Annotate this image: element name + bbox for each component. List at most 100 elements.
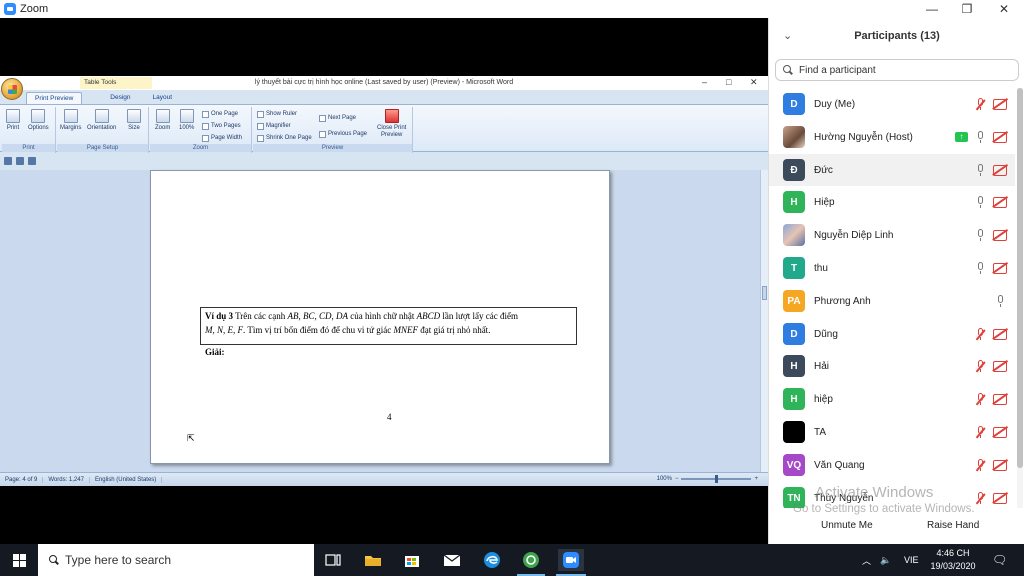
options-icon (31, 109, 46, 123)
notifications-icon[interactable]: 🗨 (992, 544, 1007, 576)
store-icon[interactable] (401, 549, 423, 571)
avatar (783, 126, 805, 148)
video-off-icon (993, 196, 1007, 208)
participant-row[interactable]: Hhiệp (769, 383, 1015, 415)
raise-hand-button[interactable]: Raise Hand (923, 518, 983, 533)
previous-page-button[interactable]: Previous Page (319, 129, 367, 139)
participant-row[interactable]: TA (769, 416, 1015, 448)
participant-row[interactable]: Hường Nguyễn (Host) ↑ (769, 121, 1015, 153)
mic-muted-icon (975, 97, 985, 111)
participant-list: D Duy (Me) Hường Nguyễn (Host) ↑ Đ Đức H Hiệp Ng… (769, 88, 1015, 508)
participant-row[interactable]: PA Phương Anh (769, 285, 1015, 317)
zoom-100-button[interactable]: 100% (179, 109, 194, 132)
system-clock[interactable]: 4:46 CH 19/03/2020 (925, 547, 981, 573)
page-width-button[interactable]: Page Width (202, 133, 242, 143)
participant-name: thu (814, 262, 828, 274)
avatar: TN (783, 487, 805, 508)
tray-chevron-icon[interactable]: ︿ (862, 544, 871, 576)
participant-row[interactable]: H Hiệp (769, 186, 1015, 218)
size-button[interactable]: Size (127, 109, 141, 132)
participant-row[interactable]: D Duy (Me) (769, 88, 1015, 120)
taskbar-search-placeholder: Type here to search (65, 553, 172, 567)
video-off-icon (993, 229, 1007, 241)
edge-icon[interactable] (481, 549, 503, 571)
participants-scrollbar[interactable] (1017, 88, 1023, 508)
participant-row[interactable]: Nguyễn Diệp Linh (769, 219, 1015, 251)
status-words[interactable]: Words: 1,247 (43, 476, 90, 483)
participants-scroll-thumb[interactable] (1017, 88, 1023, 468)
zoom-button[interactable]: Zoom (155, 109, 170, 132)
participant-row[interactable]: H Hải (769, 350, 1015, 382)
input-language[interactable]: VIE (904, 544, 919, 576)
app-icon[interactable] (520, 549, 542, 571)
mic-icon (975, 130, 985, 144)
participant-row[interactable]: D Dũng (769, 318, 1015, 350)
participant-name: Hải (814, 360, 830, 372)
office-button[interactable] (1, 78, 23, 100)
redo-icon[interactable] (28, 157, 36, 165)
show-ruler-checkbox[interactable]: Show Ruler (257, 109, 297, 119)
participant-name: Thùy Nguyễn (814, 492, 874, 504)
undo-icon[interactable] (16, 157, 24, 165)
tab-layout[interactable]: Layout (145, 92, 181, 104)
zoom-level[interactable]: 100% (657, 476, 672, 482)
save-icon[interactable] (4, 157, 12, 165)
volume-icon[interactable]: 🔈 (880, 544, 891, 576)
file-explorer-icon[interactable] (362, 549, 384, 571)
participant-name: Nguyễn Diệp Linh (814, 229, 894, 241)
vertical-scrollbar[interactable] (760, 170, 768, 472)
zoom-slider[interactable] (681, 475, 752, 483)
status-language[interactable]: English (United States) (90, 476, 163, 483)
zoom-out-icon[interactable]: − (675, 476, 679, 482)
close-print-preview-button[interactable]: Close Print Preview (377, 109, 406, 139)
mail-icon[interactable] (441, 549, 463, 571)
video-off-icon (993, 360, 1007, 372)
shrink-one-page-button[interactable]: Shrink One Page (257, 133, 312, 143)
search-icon (782, 64, 794, 76)
tab-design[interactable]: Design (102, 92, 138, 104)
video-off-icon (993, 98, 1007, 110)
task-view-icon[interactable] (322, 549, 344, 571)
two-pages-button[interactable]: Two Pages (202, 121, 241, 131)
close-button[interactable]: ✕ (986, 0, 1022, 18)
print-button[interactable]: Print (6, 109, 20, 132)
restore-button[interactable]: ❐ (949, 0, 985, 18)
participant-name: Duy (Me) (814, 98, 856, 110)
margins-button[interactable]: Margins (60, 109, 81, 132)
participant-row[interactable]: Tthu (769, 252, 1015, 284)
word-minimize-button[interactable]: – (702, 77, 707, 87)
options-button[interactable]: Options (28, 109, 49, 132)
tab-print-preview[interactable]: Print Preview (26, 92, 83, 104)
unmute-me-button[interactable]: Unmute Me (817, 518, 877, 533)
participant-name: hiệp (814, 393, 833, 405)
page-setup-group: Margins Orientation Size Page Setup (57, 107, 149, 153)
one-page-button[interactable]: One Page (202, 109, 238, 119)
orientation-icon (94, 109, 109, 123)
start-button[interactable] (0, 544, 38, 576)
orientation-button[interactable]: Orientation (87, 109, 116, 132)
scroll-thumb[interactable] (762, 286, 767, 300)
minimize-button[interactable]: — (914, 0, 950, 18)
mic-muted-icon (975, 425, 985, 439)
zoom-control: 100% − + (657, 475, 758, 483)
participant-row[interactable]: Đ Đức (769, 154, 1015, 186)
avatar: H (783, 388, 805, 410)
video-off-icon (993, 492, 1007, 504)
mic-icon (975, 261, 985, 275)
participants-footer: Unmute Me Raise Hand (769, 508, 1024, 544)
print-group: Print Options Print (2, 107, 56, 153)
status-page[interactable]: Page: 4 of 9 (0, 476, 44, 483)
word-close-button[interactable]: ✕ (750, 77, 758, 88)
document-page: Ví dụ 3 Trên các cạnh AB, BC, CD, DA của… (150, 170, 610, 464)
participant-row[interactable]: TN Thùy Nguyễn (769, 482, 1015, 508)
participant-search-input[interactable]: Find a participant (775, 59, 1019, 81)
participant-row[interactable]: VQ Văn Quang (769, 449, 1015, 481)
video-off-icon (993, 393, 1007, 405)
next-page-button[interactable]: Next Page (319, 113, 356, 123)
video-off-icon (993, 328, 1007, 340)
magnifier-checkbox[interactable]: Magnifier (257, 121, 291, 131)
taskbar-search-box[interactable]: Type here to search (38, 544, 314, 576)
word-restore-button[interactable]: □ (726, 77, 731, 87)
zoom-taskbar-icon[interactable] (558, 549, 584, 571)
zoom-in-icon[interactable]: + (754, 476, 758, 482)
